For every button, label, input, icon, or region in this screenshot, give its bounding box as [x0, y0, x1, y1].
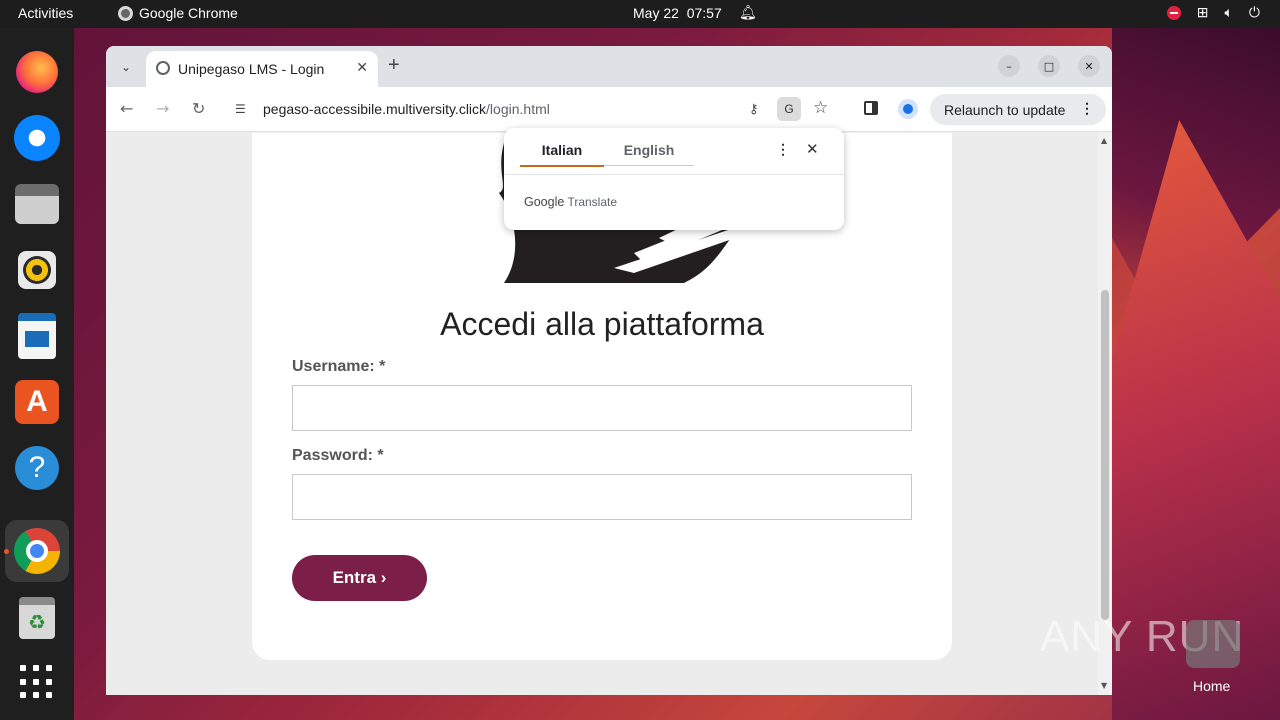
- app-menu[interactable]: Google Chrome: [118, 5, 238, 21]
- tab-strip: ⌄ Unipegaso LMS - Login ✕ + – □ ✕: [106, 46, 1112, 87]
- brand-translate: Translate: [567, 195, 618, 209]
- new-tab-button[interactable]: +: [388, 54, 400, 77]
- trash-launcher[interactable]: ♻: [13, 594, 61, 642]
- password-input[interactable]: [292, 474, 912, 520]
- home-folder-icon[interactable]: [1186, 620, 1240, 668]
- address-bar[interactable]: ☰ pegaso-accessibile.multiversity.click/…: [222, 93, 842, 126]
- reload-button[interactable]: ↻: [192, 99, 205, 118]
- profile-avatar[interactable]: [898, 99, 918, 119]
- back-button[interactable]: ←: [120, 99, 133, 118]
- page-title: Accedi alla piattaforma: [440, 306, 764, 342]
- activities-button[interactable]: Activities: [18, 5, 73, 21]
- tab-title: Unipegaso LMS - Login: [178, 61, 325, 77]
- browser-toolbar: ← → ↻ ☰ pegaso-accessibile.multiversity.…: [106, 87, 1112, 132]
- thunderbird-launcher[interactable]: [13, 114, 61, 162]
- notification-bell-icon[interactable]: 🔔︎: [739, 4, 757, 21]
- tab-target-language[interactable]: English: [604, 142, 694, 166]
- clock-time: 07:57: [686, 5, 722, 21]
- translate-popup: Italian English ⋮ ✕ Google Translate: [504, 128, 844, 230]
- scroll-down-icon[interactable]: ▼: [1101, 681, 1107, 690]
- globe-icon: [156, 61, 170, 75]
- system-tray[interactable]: ⊞ 🔈︎ ⏻: [1166, 4, 1260, 21]
- chrome-mini-icon: [118, 5, 133, 21]
- tab-search-button[interactable]: ⌄: [113, 54, 139, 80]
- relaunch-label: Relaunch to update: [944, 101, 1066, 118]
- password-label: Password: *: [292, 447, 384, 464]
- side-panel-icon[interactable]: [864, 101, 878, 115]
- do-not-disturb-icon: [1166, 5, 1181, 20]
- clock[interactable]: May 22 07:57: [633, 5, 722, 21]
- firefox-launcher[interactable]: [13, 48, 61, 96]
- chrome-launcher[interactable]: [13, 527, 61, 575]
- close-icon[interactable]: ✕: [806, 140, 819, 158]
- files-icon: [15, 184, 59, 224]
- rhythmbox-icon: [18, 251, 56, 289]
- login-button[interactable]: Entra ›: [292, 555, 427, 601]
- site-settings-icon[interactable]: ☰: [235, 102, 246, 116]
- close-window-button[interactable]: ✕: [1078, 55, 1100, 77]
- rhythmbox-launcher[interactable]: [13, 246, 61, 294]
- chrome-icon: [14, 528, 60, 574]
- scroll-up-icon[interactable]: ▲: [1101, 136, 1107, 145]
- thunderbird-icon: [14, 115, 60, 161]
- chevron-down-icon: ⌄: [120, 60, 132, 74]
- show-apps-icon: [20, 665, 54, 699]
- volume-icon: 🔈︎: [1224, 4, 1233, 20]
- dock: A ? ♻: [0, 28, 74, 720]
- url-host: pegaso-accessibile.multiversity.click: [263, 101, 487, 117]
- app-center-launcher[interactable]: A: [13, 378, 61, 426]
- username-input[interactable]: [292, 385, 912, 431]
- writer-launcher[interactable]: [13, 312, 61, 360]
- help-icon: ?: [15, 446, 59, 490]
- password-key-icon[interactable]: ⚷: [749, 101, 759, 117]
- url-text: pegaso-accessibile.multiversity.click/lo…: [263, 101, 550, 117]
- forward-button[interactable]: →: [156, 99, 169, 118]
- relaunch-button[interactable]: Relaunch to update ⋮: [930, 94, 1106, 125]
- username-label: Username: *: [292, 358, 386, 375]
- translate-options-icon[interactable]: ⋮: [776, 141, 790, 158]
- brand-google: Google: [524, 195, 565, 209]
- translate-icon[interactable]: G: [777, 97, 801, 121]
- network-icon: ⊞: [1196, 4, 1209, 20]
- google-translate-brand: Google Translate: [524, 195, 617, 209]
- app-center-icon: A: [15, 380, 59, 424]
- close-tab-icon[interactable]: ✕: [356, 59, 368, 76]
- scrollbar-thumb[interactable]: [1101, 290, 1109, 620]
- power-icon: ⏻: [1248, 4, 1260, 20]
- more-menu-icon: ⋮: [1080, 100, 1094, 116]
- minimize-button[interactable]: –: [998, 55, 1020, 77]
- page-scrollbar[interactable]: ▲ ▼: [1098, 133, 1112, 695]
- firefox-icon: [16, 51, 58, 93]
- files-launcher[interactable]: [13, 180, 61, 228]
- tab-source-language[interactable]: Italian: [520, 142, 604, 167]
- writer-icon: [18, 313, 56, 359]
- divider: [504, 174, 844, 175]
- trash-icon: ♻: [19, 597, 55, 639]
- running-indicator: [4, 549, 9, 554]
- url-path: /login.html: [486, 101, 550, 117]
- home-label: Home: [1193, 678, 1231, 694]
- top-bar: Activities Google Chrome May 22 07:57 🔔︎…: [0, 0, 1280, 28]
- app-name: Google Chrome: [139, 5, 238, 21]
- maximize-button[interactable]: □: [1038, 55, 1060, 77]
- browser-tab[interactable]: Unipegaso LMS - Login ✕: [146, 51, 378, 87]
- help-launcher[interactable]: ?: [13, 444, 61, 492]
- bookmark-star-icon[interactable]: ☆: [813, 98, 828, 118]
- show-apps-button[interactable]: [13, 658, 61, 706]
- clock-date: May 22: [633, 5, 679, 21]
